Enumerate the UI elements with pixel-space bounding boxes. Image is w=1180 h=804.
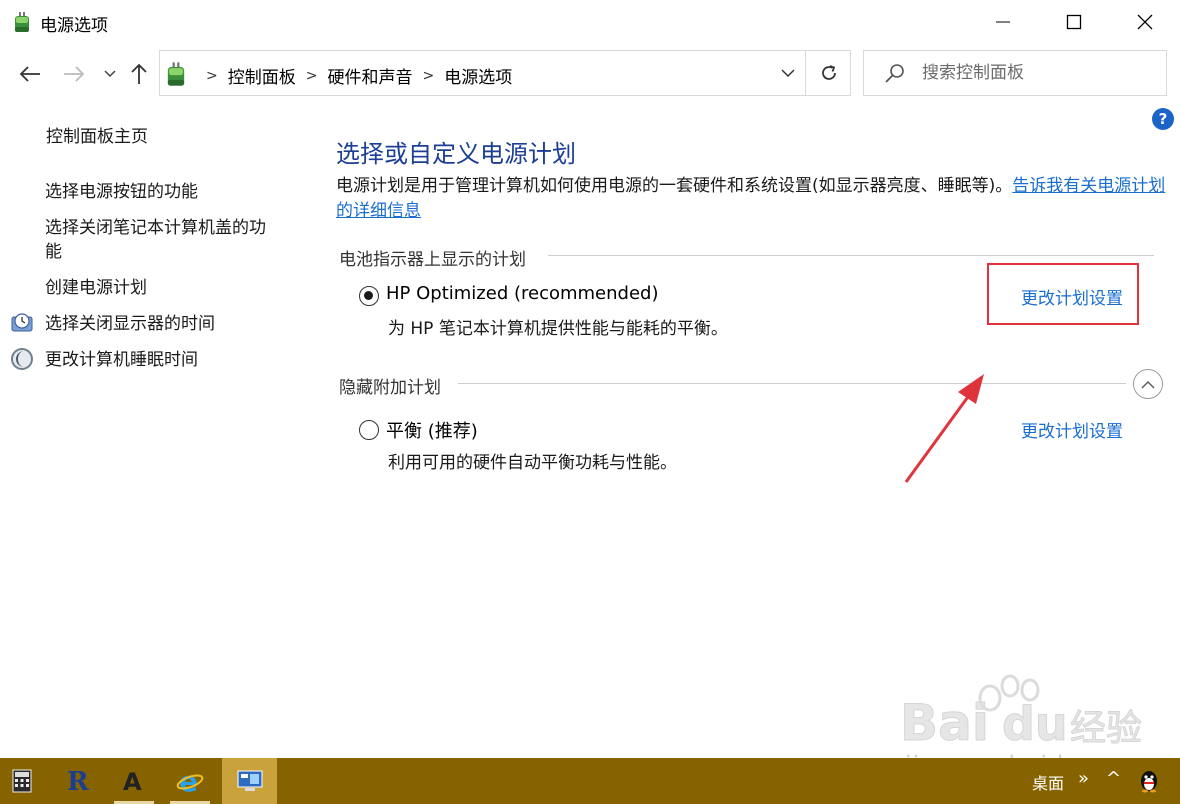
refresh-button[interactable] — [805, 51, 851, 95]
help-button[interactable]: ? — [1152, 108, 1174, 130]
taskbar-app-a-button[interactable]: A — [110, 758, 158, 804]
annotation-arrow-icon — [904, 374, 984, 483]
monitor-clock-icon — [10, 311, 34, 335]
app-r-icon: R — [67, 767, 89, 796]
chevron-down-icon — [781, 68, 795, 77]
taskbar-control-panel-button[interactable] — [222, 758, 277, 804]
taskbar: R A e 桌面 » ^ — [0, 758, 1180, 804]
highlight-annotation-box — [987, 263, 1139, 325]
group-divider — [458, 383, 1126, 384]
sidebar-item-lid-close[interactable]: 选择关闭笔记本计算机盖的功 能 — [45, 216, 295, 264]
help-icon: ? — [1158, 110, 1168, 128]
refresh-icon — [821, 65, 836, 80]
arrow-right-icon — [64, 66, 85, 82]
breadcrumb-control-panel[interactable]: 控制面板 — [228, 63, 296, 88]
address-bar[interactable]: > 控制面板 > 硬件和声音 > 电源选项 — [159, 50, 851, 96]
navigation-bar: > 控制面板 > 硬件和声音 > 电源选项 — [0, 48, 1180, 98]
sidebar-item-sleep-time[interactable]: 更改计算机睡眠时间 — [45, 348, 198, 372]
internet-explorer-icon: e — [176, 767, 204, 795]
maximize-button[interactable] — [1045, 0, 1103, 44]
plan-balanced-radio[interactable] — [359, 420, 379, 440]
sidebar-item-control-panel-home[interactable]: 控制面板主页 — [46, 125, 148, 149]
page-title: 选择或自定义电源计划 — [336, 140, 576, 168]
breadcrumb-hardware-sound[interactable]: 硬件和声音 — [327, 63, 412, 88]
breadcrumb: > 控制面板 > 硬件和声音 > 电源选项 — [196, 63, 512, 89]
page-description: 电源计划是用于管理计算机如何使用电源的一套硬件和系统设置(如显示器亮度、睡眠等)… — [336, 174, 1166, 224]
svg-text:A: A — [123, 768, 142, 796]
moon-icon — [10, 347, 34, 371]
battery-plans-group-label: 电池指示器上显示的计划 — [339, 250, 526, 270]
back-button[interactable] — [16, 62, 44, 86]
arrow-up-icon — [131, 63, 147, 84]
up-button[interactable] — [126, 62, 152, 86]
sidebar-item-create-plan[interactable]: 创建电源计划 — [45, 276, 147, 300]
sidebar-item-label: 选择关闭笔记本计算机盖的功 — [45, 218, 266, 238]
app-a-icon: A — [123, 768, 142, 796]
taskbar-calculator-button[interactable] — [0, 758, 44, 804]
plan-hp-optimized-name[interactable]: HP Optimized (recommended) — [386, 283, 658, 304]
svg-text:R: R — [67, 767, 89, 796]
window-title: 电源选项 — [40, 16, 108, 36]
plan-hp-optimized-description: 为 HP 笔记本计算机提供性能与能耗的平衡。 — [388, 319, 728, 339]
chevron-right-icon[interactable]: > — [422, 68, 434, 84]
chevron-right-icon[interactable]: > — [306, 68, 318, 84]
description-text: 电源计划是用于管理计算机如何使用电源的一套硬件和系统设置(如显示器亮度、睡眠等)… — [336, 176, 1013, 196]
tray-expand-icon[interactable]: ^ — [1106, 768, 1121, 789]
change-plan-settings-link[interactable]: 更改计划设置 — [1021, 417, 1123, 442]
address-dropdown-button[interactable] — [772, 51, 804, 95]
collapse-hidden-plans-button[interactable] — [1133, 369, 1163, 399]
qq-penguin-icon — [1141, 771, 1157, 793]
power-options-icon — [10, 10, 34, 34]
search-input[interactable] — [922, 59, 1158, 87]
chevron-up-icon — [1141, 380, 1155, 388]
chevron-down-icon — [104, 70, 116, 78]
close-icon — [1137, 14, 1153, 30]
tray-qq-button[interactable] — [1134, 758, 1164, 804]
sidebar-item-label: 能 — [45, 242, 62, 262]
control-panel-icon — [237, 770, 262, 791]
arrow-left-icon — [19, 66, 40, 82]
taskbar-desktop-toolbar[interactable]: 桌面 — [1032, 770, 1064, 794]
taskbar-app-r-button[interactable]: R — [52, 758, 104, 804]
calculator-icon — [12, 769, 32, 793]
minimize-icon — [996, 21, 1010, 23]
breadcrumb-power-options[interactable]: 电源选项 — [444, 63, 512, 88]
search-icon — [884, 63, 906, 85]
taskbar-ie-button[interactable]: e — [166, 758, 214, 804]
close-button[interactable] — [1116, 0, 1174, 44]
minimize-button[interactable] — [974, 0, 1032, 44]
plan-balanced-name[interactable]: 平衡 (推荐) — [386, 417, 478, 443]
forward-button[interactable] — [60, 62, 88, 86]
maximize-icon — [1066, 14, 1082, 30]
search-box[interactable] — [863, 50, 1167, 96]
taskbar-more-chevron-icon[interactable]: » — [1078, 768, 1089, 789]
svg-text:经验: 经验 — [1070, 708, 1142, 749]
plan-hp-optimized-radio[interactable] — [359, 286, 379, 306]
plan-balanced-description: 利用可用的硬件自动平衡功耗与性能。 — [388, 453, 677, 473]
sidebar-item-display-off[interactable]: 选择关闭显示器的时间 — [45, 312, 215, 336]
svg-text:Bai: Bai — [900, 694, 989, 752]
group-divider — [548, 255, 1154, 256]
title-bar: 电源选项 — [0, 0, 1180, 44]
recent-locations-button[interactable] — [100, 62, 120, 86]
chevron-right-icon: > — [206, 67, 218, 84]
svg-text:du: du — [1002, 697, 1068, 751]
sidebar-item-power-button[interactable]: 选择电源按钮的功能 — [45, 180, 198, 204]
power-options-icon — [162, 60, 190, 88]
hidden-plans-group-label: 隐藏附加计划 — [339, 378, 441, 398]
